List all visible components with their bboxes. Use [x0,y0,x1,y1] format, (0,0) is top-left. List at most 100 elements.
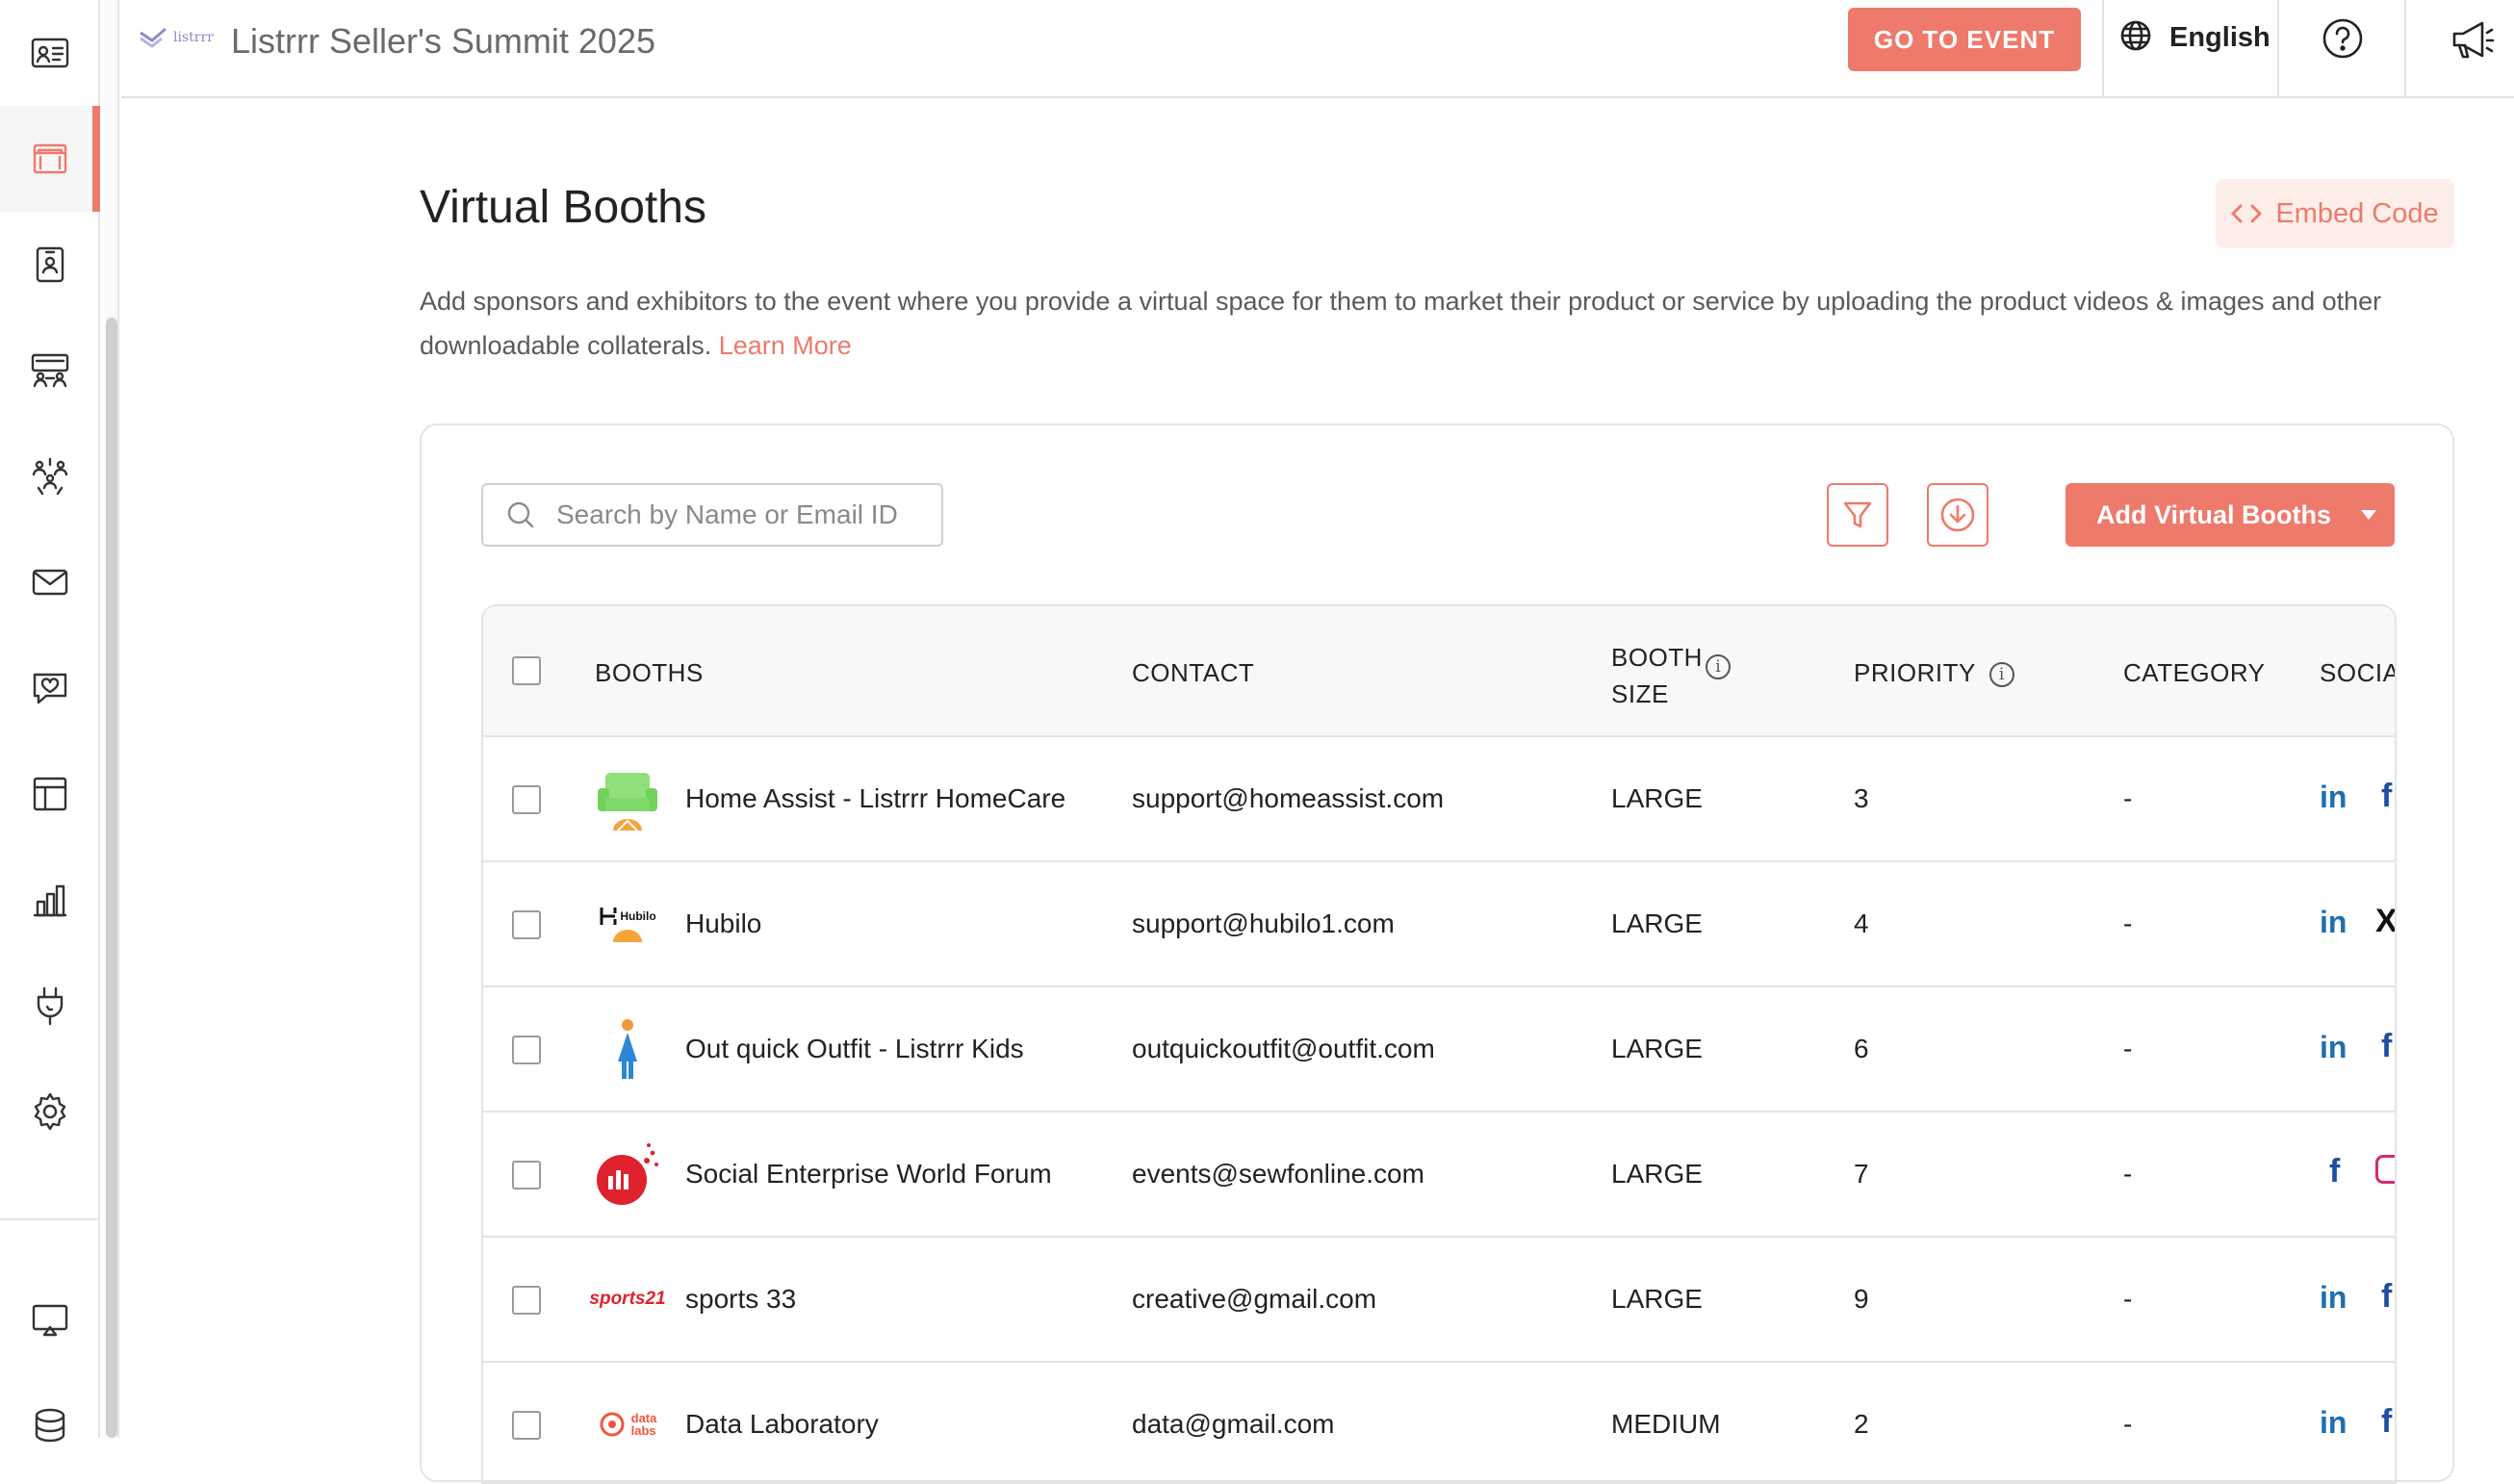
topbar-divider [2102,0,2104,96]
booth-name[interactable]: Data Laboratory [685,1409,879,1440]
booth-logo: sports21 [589,1263,665,1336]
sidebar [0,0,100,1443]
linkedin-icon[interactable]: in [2320,1280,2347,1316]
embed-code-label: Embed Code [2275,197,2439,229]
booth-contact: support@hubilo1.com [1132,908,1395,938]
booth-name[interactable]: Out quick Outfit - Listrrr Kids [685,1034,1024,1064]
facebook-icon[interactable]: f [2381,1028,2392,1065]
search-box[interactable] [481,483,943,547]
header-priority-label: PRIORITY [1854,658,1976,687]
sidebar-item-engagement[interactable] [0,635,100,741]
booths-card: Add Virtual Booths BOOTHS CONTACT BOOTH … [420,423,2454,1484]
integrations-icon [37,986,64,1026]
datalabs-logo-text: data labs [631,1412,657,1437]
booth-name[interactable]: Home Assist - Listrrr HomeCare [685,783,1065,814]
linkedin-icon[interactable]: in [2320,905,2347,940]
header-booth-size[interactable]: BOOTH SIZE [1611,639,1703,712]
booth-logo: Hubilo [591,887,664,960]
booth-contact: support@homeassist.com [1132,783,1445,813]
sidebar-item-attendees[interactable] [0,0,100,106]
booth-size-info-icon[interactable]: i [1706,654,1731,679]
x-twitter-icon[interactable]: X [2375,903,2395,940]
booth-size: LARGE [1611,783,1703,813]
row-checkbox[interactable] [512,1036,541,1064]
facebook-icon[interactable]: f [2381,778,2392,815]
language-label: English [2169,22,2270,53]
booth-category: - [2123,1034,2133,1063]
sidebar-divider [0,1218,100,1220]
table-header: BOOTHS CONTACT BOOTH SIZE i PRIORITY i CA… [483,606,2395,737]
booth-name[interactable]: Hubilo [685,908,761,939]
booth-size: LARGE [1611,1034,1703,1063]
priority-info-icon[interactable]: i [1988,662,2014,688]
display-icon [32,1304,68,1337]
row-checkbox[interactable] [512,910,541,939]
sidebar-item-database[interactable] [0,1372,100,1478]
filter-button[interactable] [1827,483,1888,547]
layout-icon [33,777,67,811]
table-row[interactable]: Hubilo Hubilo support@hubilo1.com LARGE … [483,862,2395,987]
booth-size: MEDIUM [1611,1409,1721,1439]
table-row[interactable]: data labs Data Laboratory data@gmail.com… [483,1363,2395,1482]
page-description: Add sponsors and exhibitors to the event… [420,279,2422,368]
table-row[interactable]: Social Enterprise World Forum events@sew… [483,1113,2395,1238]
row-checkbox[interactable] [512,785,541,814]
sidebar-item-settings[interactable] [0,1059,100,1164]
linkedin-icon[interactable]: in [2320,1405,2347,1441]
booth-priority: 4 [1854,908,1869,938]
booth-logo [591,1012,664,1086]
top-bar: listrrr Listrrr Seller's Summit 2025 GO … [121,0,2514,98]
row-checkbox[interactable] [512,1286,541,1315]
facebook-icon[interactable]: f [2381,1278,2392,1316]
sidebar-item-networking[interactable] [0,423,100,529]
hubilo-mark-icon [600,908,617,925]
help-icon[interactable] [2322,17,2364,64]
header-booths[interactable]: BOOTHS [595,658,704,688]
embed-code-button[interactable]: Embed Code [2216,179,2454,248]
go-to-event-button[interactable]: GO TO EVENT [1848,8,2081,71]
badge-icon [36,246,64,283]
booth-name[interactable]: sports 33 [685,1284,796,1315]
table-row[interactable]: Out quick Outfit - Listrrr Kids outquick… [483,987,2395,1113]
header-category[interactable]: CATEGORY [2123,658,2266,688]
facebook-icon[interactable]: f [2381,1403,2392,1441]
booth-name[interactable]: Social Enterprise World Forum [685,1159,1052,1190]
sidebar-item-layout[interactable] [0,741,100,847]
topbar-divider [2404,0,2406,96]
sidebar-item-display[interactable] [0,1267,100,1372]
booth-contact: creative@gmail.com [1132,1284,1377,1314]
search-input[interactable] [556,499,922,530]
add-virtual-booths-button[interactable]: Add Virtual Booths [2065,483,2395,547]
select-all-checkbox[interactable] [512,656,541,685]
attendees-icon [31,38,69,68]
settings-icon [34,1092,66,1131]
download-button[interactable] [1927,483,1988,547]
table-row[interactable]: Home Assist - Listrrr HomeCare support@h… [483,737,2395,862]
instagram-icon[interactable] [2375,1155,2395,1184]
sidebar-scrollbar-thumb[interactable] [106,318,117,1438]
announcement-icon[interactable] [2450,19,2495,64]
hubilo-logo-text: Hubilo [620,909,656,923]
language-selector[interactable]: English [2119,19,2270,57]
linkedin-icon[interactable]: in [2320,780,2347,815]
learn-more-link[interactable]: Learn More [719,331,852,360]
sidebar-item-integrations[interactable] [0,953,100,1059]
facebook-icon[interactable]: f [2329,1153,2340,1190]
table-row[interactable]: sports21 sports 33 creative@gmail.com LA… [483,1238,2395,1363]
hubilo-logo: Hubilo [599,906,656,927]
booth-priority: 3 [1854,783,1869,813]
linkedin-icon[interactable]: in [2320,1030,2347,1065]
row-checkbox[interactable] [512,1161,541,1190]
app-logo[interactable]: listrrr [139,27,214,48]
row-checkbox[interactable] [512,1411,541,1440]
sidebar-item-analytics[interactable] [0,847,100,953]
sidebar-item-virtual-booths[interactable] [0,106,100,212]
header-social[interactable]: SOCIA [2320,658,2395,688]
sidebar-item-mail[interactable] [0,529,100,635]
sidebar-item-lounge[interactable] [0,318,100,423]
header-priority[interactable]: PRIORITY i [1854,658,2014,688]
booth-category: - [2123,783,2133,813]
sidebar-item-badges[interactable] [0,212,100,318]
event-title: Listrrr Seller's Summit 2025 [231,21,655,61]
header-contact[interactable]: CONTACT [1132,658,1254,688]
